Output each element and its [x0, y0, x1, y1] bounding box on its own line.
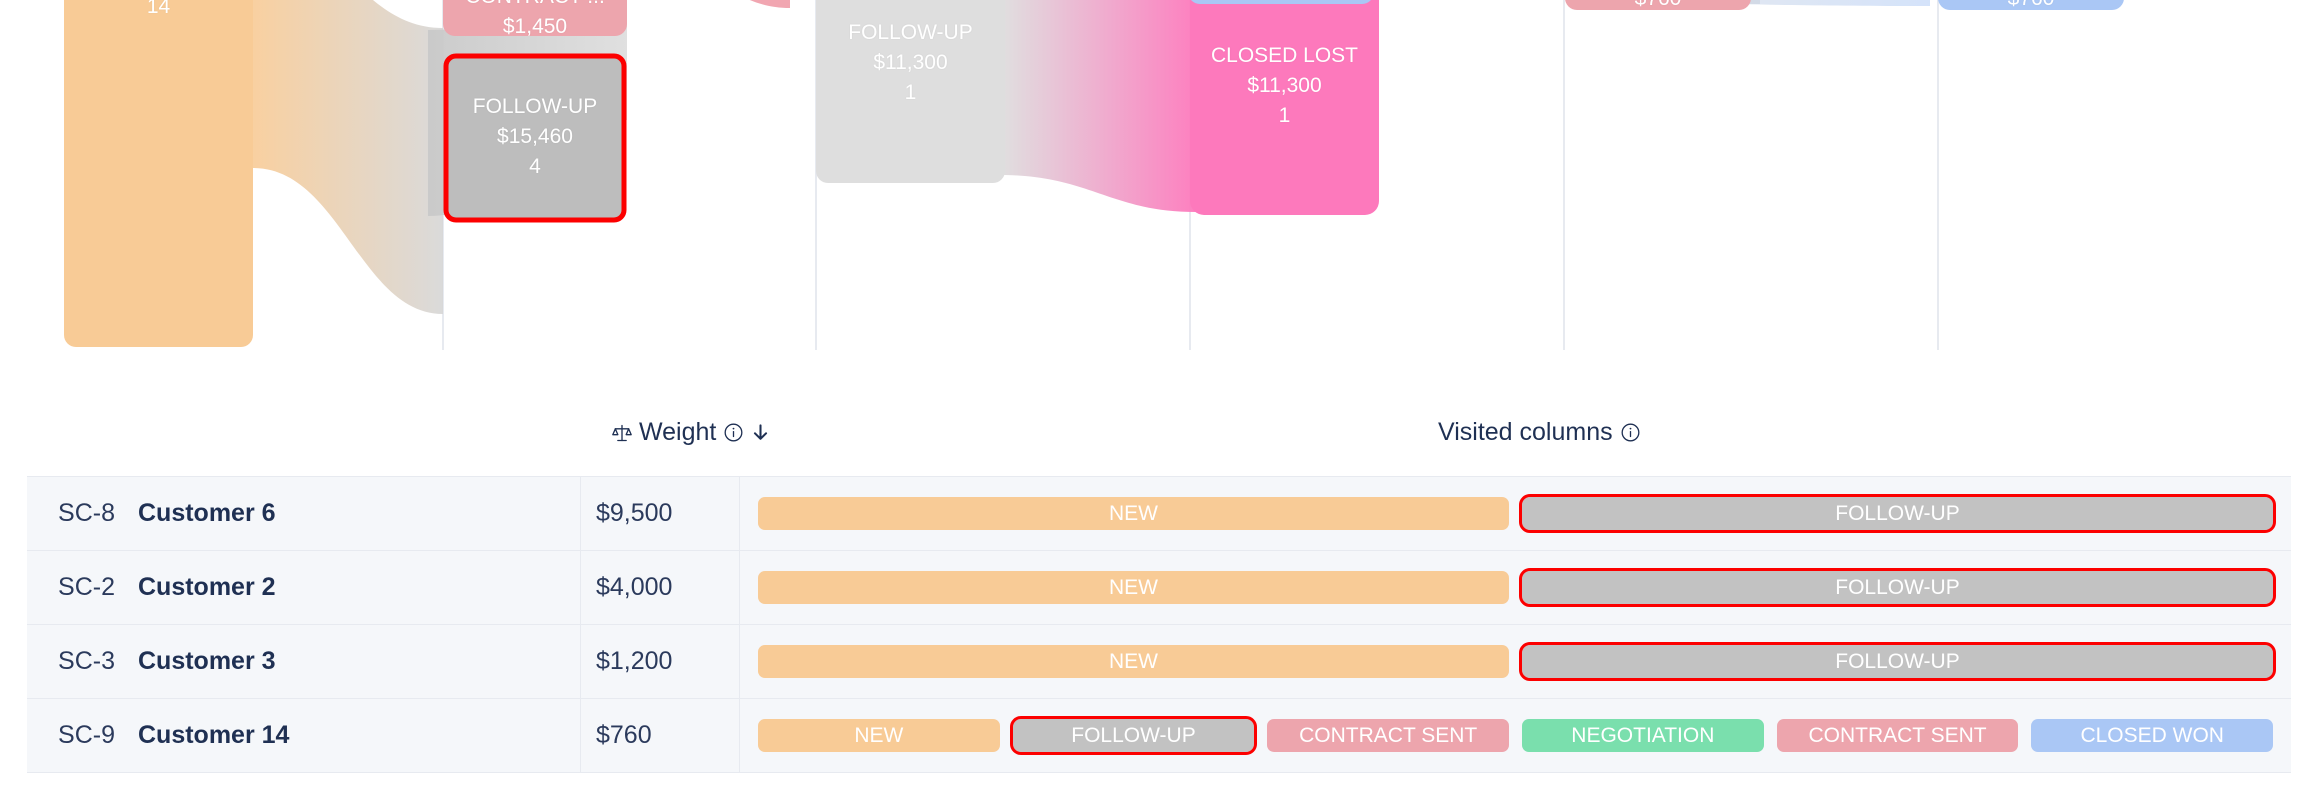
row-code: SC-8: [58, 499, 115, 527]
row-customer-name: Customer 6: [138, 499, 276, 527]
sankey-node-contract-sent-1: [443, 0, 627, 36]
row-code: SC-3: [58, 647, 115, 675]
visited-columns-header[interactable]: Visited columns: [1438, 418, 1641, 447]
row-customer-name: Customer 3: [138, 647, 276, 675]
row-code: SC-2: [58, 573, 115, 601]
row-weight: $760: [580, 699, 740, 772]
customers-table-body: SC-8 Customer 6 $9,500 NEW FOLLOW-UP SC-2 Cust…: [27, 476, 2291, 773]
sankey-svg: [64, 0, 2124, 350]
stage-chip[interactable]: NEW: [758, 719, 1000, 752]
stage-chip[interactable]: FOLLOW-UP: [1519, 642, 2276, 681]
stage-chip[interactable]: CLOSED WON: [2031, 719, 2274, 752]
sankey-node-follow-up-2: [816, 0, 1005, 183]
row-weight: $4,000: [580, 551, 740, 624]
arrow-down-icon[interactable]: [751, 422, 770, 443]
stage-chip[interactable]: NEW: [758, 645, 1509, 678]
row-weight: $9,500: [580, 477, 740, 550]
stage-chip[interactable]: NEW: [758, 571, 1509, 604]
sankey-node-closed-lost: [1190, 0, 1379, 215]
info-circle-icon[interactable]: [1620, 422, 1641, 443]
sankey-node-closed-won-top: [1191, 0, 1371, 4]
row-visited-columns: NEW FOLLOW-UP CONTRACT SENT NEGOTIATION CONT…: [740, 699, 2291, 772]
sankey-funnel-page: 14 CONTRACT ... $1,450 FOLLOW-UP $15,460…: [0, 0, 2318, 788]
row-customer-name: Customer 14: [138, 721, 290, 749]
stage-chip[interactable]: FOLLOW-UP: [1519, 494, 2276, 533]
row-customer-name: Customer 2: [138, 573, 276, 601]
sankey-node-new: [64, 0, 253, 347]
weight-column-header[interactable]: Weight: [612, 418, 770, 447]
table-row[interactable]: SC-3 Customer 3 $1,200 NEW FOLLOW-UP: [27, 625, 2291, 699]
sankey-node-contract-sent-right: [1565, 0, 1751, 10]
row-visited-columns: NEW FOLLOW-UP: [740, 477, 2291, 550]
table-row[interactable]: SC-9 Customer 14 $760 NEW FOLLOW-UP CONTRACT …: [27, 699, 2291, 773]
sankey-diagram: 14 CONTRACT ... $1,450 FOLLOW-UP $15,460…: [0, 0, 2318, 356]
table-row[interactable]: SC-8 Customer 6 $9,500 NEW FOLLOW-UP: [27, 477, 2291, 551]
customers-table-section: Weight Visited columns SC-8 Customer 6 $…: [0, 356, 2318, 788]
stage-chip[interactable]: CONTRACT SENT: [1776, 719, 2019, 752]
weight-header-label: Weight: [639, 418, 717, 446]
stage-chip[interactable]: FOLLOW-UP: [1009, 716, 1258, 755]
stage-chip[interactable]: FOLLOW-UP: [1519, 568, 2276, 607]
scales-icon: [612, 423, 632, 443]
visited-header-label: Visited columns: [1438, 418, 1613, 446]
info-circle-icon[interactable]: [723, 422, 744, 443]
sankey-node-follow-up-selected: [446, 56, 624, 220]
stage-chip[interactable]: NEW: [758, 497, 1509, 530]
sankey-node-closed-won-right: [1938, 0, 2124, 10]
row-visited-columns: NEW FOLLOW-UP: [740, 551, 2291, 624]
row-code: SC-9: [58, 721, 115, 749]
table-column-headers: Weight Visited columns: [0, 356, 2318, 466]
stage-chip[interactable]: NEGOTIATION: [1522, 719, 1764, 752]
row-visited-columns: NEW FOLLOW-UP: [740, 625, 2291, 698]
stage-chip[interactable]: CONTRACT SENT: [1267, 719, 1510, 752]
row-weight: $1,200: [580, 625, 740, 698]
table-row[interactable]: SC-2 Customer 2 $4,000 NEW FOLLOW-UP: [27, 551, 2291, 625]
